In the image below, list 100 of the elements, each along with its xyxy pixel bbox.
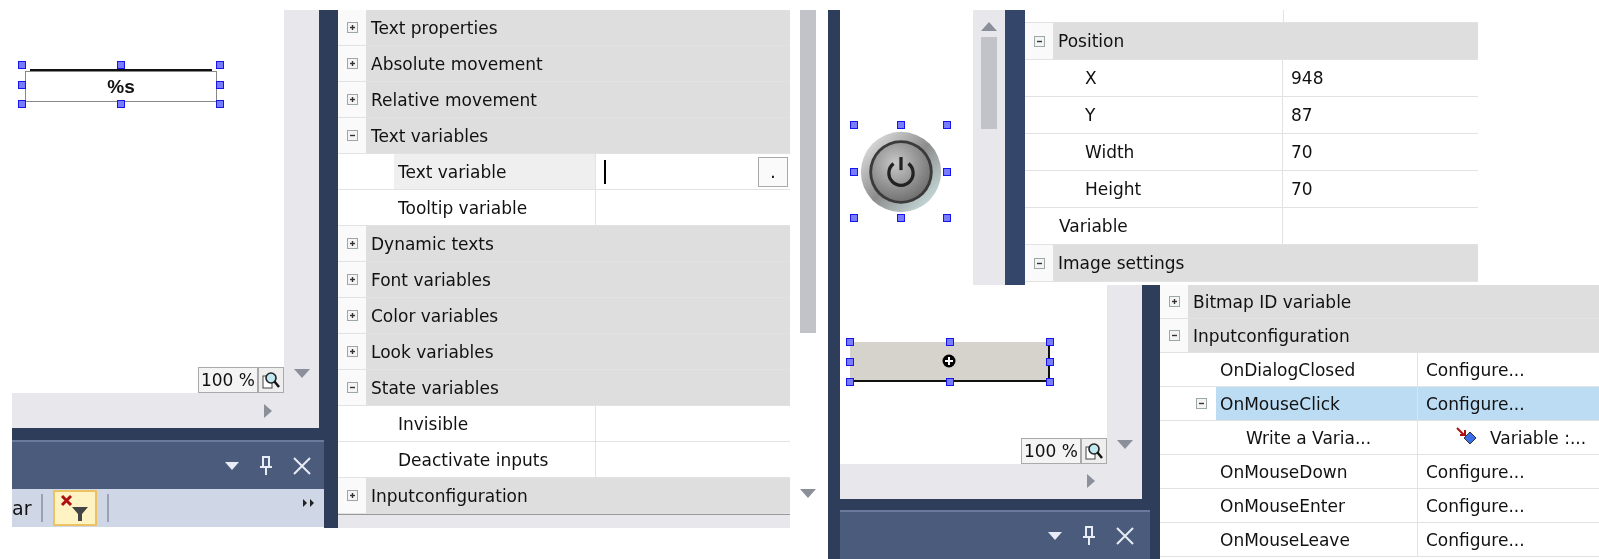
property-value[interactable]: Configure... — [1426, 495, 1525, 516]
selection-handle[interactable] — [896, 214, 905, 222]
collapse-icon[interactable] — [1196, 398, 1207, 409]
selection-handle[interactable] — [216, 80, 224, 89]
property-name[interactable]: Write a Varia... — [1242, 421, 1417, 454]
selection-handle[interactable] — [850, 214, 858, 222]
selection-handle[interactable] — [1046, 378, 1054, 386]
toolbar-label[interactable]: ar — [12, 497, 32, 519]
property-name[interactable]: Y — [1081, 97, 1282, 133]
rectangle-element[interactable] — [850, 342, 1050, 382]
selection-handle[interactable] — [846, 338, 854, 346]
close-icon[interactable] — [1116, 526, 1134, 545]
property-value[interactable]: 87 — [1291, 105, 1313, 125]
selection-handle[interactable] — [850, 167, 858, 176]
zoom-field[interactable]: 100 % — [1021, 437, 1081, 464]
expand-icon[interactable] — [346, 58, 358, 69]
zoom-button[interactable] — [1081, 437, 1107, 464]
pin-icon[interactable] — [259, 455, 273, 476]
category-header[interactable]: Text variables — [366, 118, 790, 153]
selection-handle[interactable] — [18, 80, 26, 89]
property-value[interactable]: 948 — [1291, 68, 1324, 88]
selection-handle[interactable] — [1046, 338, 1054, 346]
property-name[interactable]: Height — [1081, 171, 1282, 207]
category-header[interactable]: Text properties — [366, 10, 790, 45]
zoom-button[interactable] — [258, 367, 284, 393]
property-name[interactable]: Invisible — [394, 406, 595, 441]
scrollbar-thumb[interactable] — [800, 10, 816, 333]
scrollbar-thumb[interactable] — [981, 37, 997, 129]
selection-handle[interactable] — [216, 100, 224, 108]
expand-icon[interactable] — [346, 490, 358, 501]
property-value[interactable]: 70 — [1291, 142, 1313, 162]
close-icon[interactable] — [293, 456, 311, 475]
expand-icon[interactable] — [346, 22, 358, 33]
overflow-icon[interactable] — [303, 499, 315, 507]
property-name[interactable]: OnMouseClick — [1216, 387, 1417, 420]
category-header[interactable]: Inputconfiguration — [1188, 319, 1599, 352]
selection-handle[interactable] — [943, 121, 951, 129]
scroll-right-arrow-icon[interactable] — [264, 403, 272, 418]
property-name[interactable]: Deactivate inputs — [394, 442, 595, 477]
pin-icon[interactable] — [1082, 525, 1096, 546]
property-name[interactable]: OnDialogClosed — [1216, 353, 1417, 386]
category-header[interactable]: Position — [1053, 23, 1478, 59]
scroll-down-arrow-icon[interactable] — [293, 369, 310, 378]
toolbar-button[interactable] — [53, 490, 98, 526]
collapse-icon[interactable] — [346, 382, 358, 393]
expand-icon[interactable] — [1168, 296, 1180, 307]
browse-button[interactable]: . — [758, 156, 788, 187]
expand-icon[interactable] — [346, 94, 358, 105]
dropdown-arrow-icon[interactable] — [225, 461, 239, 470]
property-name[interactable]: Text variable — [394, 154, 595, 189]
property-value[interactable]: Configure... — [1426, 461, 1525, 482]
expand-icon[interactable] — [346, 346, 358, 357]
text-element[interactable]: %s — [25, 71, 217, 102]
selection-handle[interactable] — [18, 61, 26, 69]
power-button-drawing[interactable] — [859, 130, 943, 214]
category-header[interactable]: Look variables — [366, 334, 790, 369]
selection-handle[interactable] — [1046, 358, 1054, 366]
property-name[interactable]: OnMouseDown — [1216, 455, 1417, 488]
expand-icon[interactable] — [346, 274, 358, 285]
selection-handle[interactable] — [117, 100, 125, 108]
category-header[interactable]: Font variables — [366, 262, 790, 297]
expand-icon[interactable] — [346, 238, 358, 249]
collapse-icon[interactable] — [1168, 330, 1180, 341]
category-header[interactable]: Color variables — [366, 298, 790, 333]
dropdown-arrow-icon[interactable] — [1048, 531, 1062, 540]
property-value[interactable]: Variable :... — [1490, 427, 1587, 448]
property-value[interactable]: Configure... — [1426, 359, 1525, 380]
selection-handle[interactable] — [946, 378, 954, 386]
category-header[interactable]: Absolute movement — [366, 46, 790, 81]
selection-handle[interactable] — [943, 167, 951, 176]
collapse-icon[interactable] — [1033, 35, 1045, 47]
selection-handle[interactable] — [846, 358, 854, 366]
category-header[interactable]: Relative movement — [366, 82, 790, 117]
collapse-icon[interactable] — [346, 130, 358, 141]
property-value[interactable]: Configure... — [1426, 529, 1525, 550]
expand-icon[interactable] — [346, 310, 358, 321]
collapse-icon[interactable] — [1033, 257, 1045, 269]
category-header[interactable]: Dynamic texts — [366, 226, 790, 261]
property-value[interactable]: 70 — [1291, 179, 1313, 199]
scroll-down-arrow-icon[interactable] — [1116, 439, 1133, 449]
category-header[interactable]: Inputconfiguration — [366, 478, 790, 513]
property-name[interactable]: OnMouseLeave — [1216, 523, 1417, 556]
category-header[interactable]: State variables — [366, 370, 790, 405]
scroll-down-arrow-icon[interactable] — [800, 489, 816, 498]
property-name[interactable]: Width — [1081, 134, 1282, 170]
property-name[interactable]: X — [1081, 60, 1282, 96]
category-header[interactable]: Bitmap ID variable — [1188, 285, 1599, 318]
selection-handle[interactable] — [850, 121, 858, 129]
property-name[interactable]: Tooltip variable — [394, 190, 595, 225]
selection-handle[interactable] — [896, 121, 905, 129]
selection-handle[interactable] — [216, 61, 224, 69]
category-header[interactable]: Image settings — [1053, 245, 1478, 281]
selection-handle[interactable] — [946, 338, 954, 346]
scroll-right-arrow-icon[interactable] — [1087, 474, 1095, 489]
selection-handle[interactable] — [943, 214, 951, 222]
property-name[interactable]: Variable — [1055, 208, 1282, 244]
property-name[interactable]: OnMouseEnter — [1216, 489, 1417, 522]
zoom-field[interactable]: 100 % — [198, 367, 258, 393]
selection-handle[interactable] — [18, 100, 26, 108]
selection-handle[interactable] — [846, 378, 854, 386]
